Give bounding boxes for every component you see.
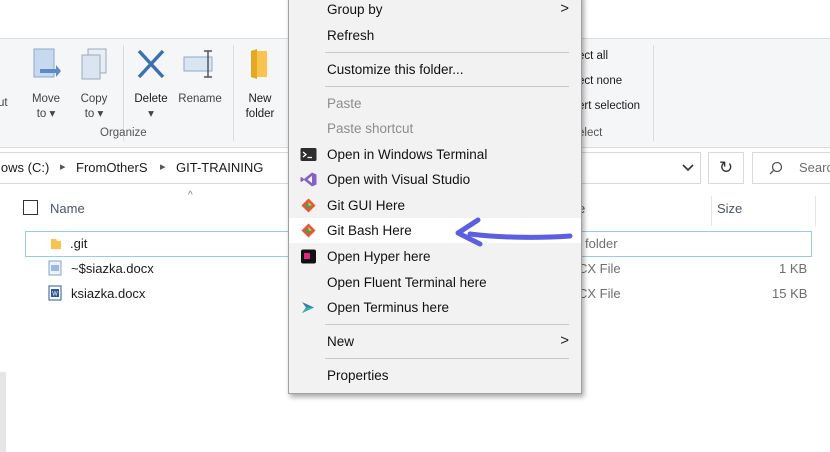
search-icon (769, 161, 783, 175)
menu-item-refresh[interactable]: Refresh (289, 23, 581, 48)
submenu-arrow-icon: > (560, 0, 569, 17)
copy-to-label-2: to ▾ (84, 108, 104, 120)
breadcrumb-chevron-icon[interactable]: ▸ (160, 160, 166, 173)
delete-label: Delete (134, 93, 168, 105)
breadcrumb-folder-fromothers[interactable]: FromOtherS (76, 160, 148, 175)
submenu-arrow-icon: > (560, 332, 569, 349)
menu-separator (325, 358, 569, 359)
move-to-label-2: to ▾ (36, 108, 56, 120)
new-folder-icon (251, 49, 267, 79)
windows-terminal-icon (300, 148, 317, 161)
copy-to-icon (81, 48, 107, 80)
new-folder-button[interactable]: New folder (240, 47, 280, 122)
word-document-icon (48, 260, 62, 276)
copy-to-label-1: Copy (80, 93, 108, 105)
visual-studio-icon (300, 172, 317, 187)
menu-separator (325, 52, 569, 53)
new-folder-label-1: New (248, 93, 272, 105)
hyper-icon (301, 249, 316, 264)
breadcrumb-folder-git-training[interactable]: GIT-TRAINING (176, 160, 263, 175)
select-all-button[interactable]: ect all (578, 49, 608, 64)
delete-button[interactable]: Delete ▾ (130, 47, 172, 122)
menu-item-group-by[interactable]: Group by > (289, 0, 581, 22)
file-type: folder (585, 236, 618, 251)
file-type: CX File (578, 286, 621, 301)
select-all-checkbox[interactable] (23, 200, 38, 215)
breadcrumb-chevron-icon[interactable]: ▸ (60, 160, 66, 173)
new-folder-label-2: folder (245, 108, 275, 120)
search-placeholder: Search (799, 160, 830, 175)
organize-group-label: Organize (100, 127, 147, 139)
git-icon (301, 198, 316, 213)
delete-icon (137, 49, 165, 79)
file-name: ksiazka.docx (71, 286, 146, 301)
menu-item-open-terminus-here[interactable]: Open Terminus here (289, 295, 581, 320)
folder-icon (51, 239, 61, 249)
column-divider[interactable] (711, 196, 712, 226)
file-type: CX File (578, 261, 621, 276)
menu-item-customize-folder[interactable]: Customize this folder... (289, 57, 581, 82)
ribbon-divider (233, 45, 234, 141)
context-menu: Group by > Refresh Customize this folder… (288, 0, 582, 394)
invert-selection-button[interactable]: ert selection (578, 99, 640, 114)
column-header-size[interactable]: Size (717, 201, 742, 216)
rename-icon (183, 50, 213, 78)
file-size: 1 KB (779, 261, 808, 276)
rename-button[interactable]: Rename (176, 47, 224, 107)
menu-item-open-windows-terminal[interactable]: Open in Windows Terminal (289, 142, 581, 167)
navigation-pane-scrollbar[interactable] (0, 372, 6, 452)
terminus-icon (302, 302, 314, 313)
sort-ascending-icon: ^ (188, 190, 193, 201)
column-header-name[interactable]: Name (50, 201, 85, 216)
move-to-icon (33, 48, 61, 78)
address-history-chevron-down-icon[interactable] (682, 164, 694, 172)
git-icon (301, 223, 316, 238)
menu-item-open-visual-studio[interactable]: Open with Visual Studio (289, 167, 581, 192)
file-name: .git (70, 236, 88, 251)
menu-item-paste-shortcut: Paste shortcut (327, 121, 414, 136)
file-size: 15 KB (772, 286, 808, 301)
menu-item-new[interactable]: New > (289, 329, 581, 354)
search-box[interactable]: Search (752, 152, 830, 184)
cut-button-partial[interactable]: ut (0, 96, 8, 111)
ribbon-divider (653, 45, 654, 141)
select-none-button[interactable]: ect none (578, 74, 622, 89)
word-document-icon: W (48, 285, 62, 301)
menu-item-open-fluent-terminal-here[interactable]: Open Fluent Terminal here (289, 270, 581, 295)
annotation-arrow-icon (455, 217, 573, 247)
move-to-button[interactable]: Move to ▾ (28, 47, 64, 122)
svg-text:W: W (52, 292, 58, 298)
breadcrumb-drive[interactable]: lows (C:) (0, 160, 49, 175)
menu-separator (325, 324, 569, 325)
copy-to-button[interactable]: Copy to ▾ (76, 47, 112, 122)
menu-item-paste: Paste (327, 96, 362, 111)
file-name: ~$siazka.docx (71, 261, 154, 276)
refresh-icon: ↻ (718, 158, 734, 177)
refresh-button[interactable]: ↻ (708, 152, 744, 184)
menu-item-properties[interactable]: Properties (289, 363, 581, 388)
rename-label: Rename (178, 93, 222, 105)
move-to-label-1: Move (31, 93, 61, 105)
menu-separator (325, 86, 569, 87)
column-divider[interactable] (815, 196, 816, 226)
delete-dropdown-arrow[interactable]: ▾ (130, 107, 172, 122)
